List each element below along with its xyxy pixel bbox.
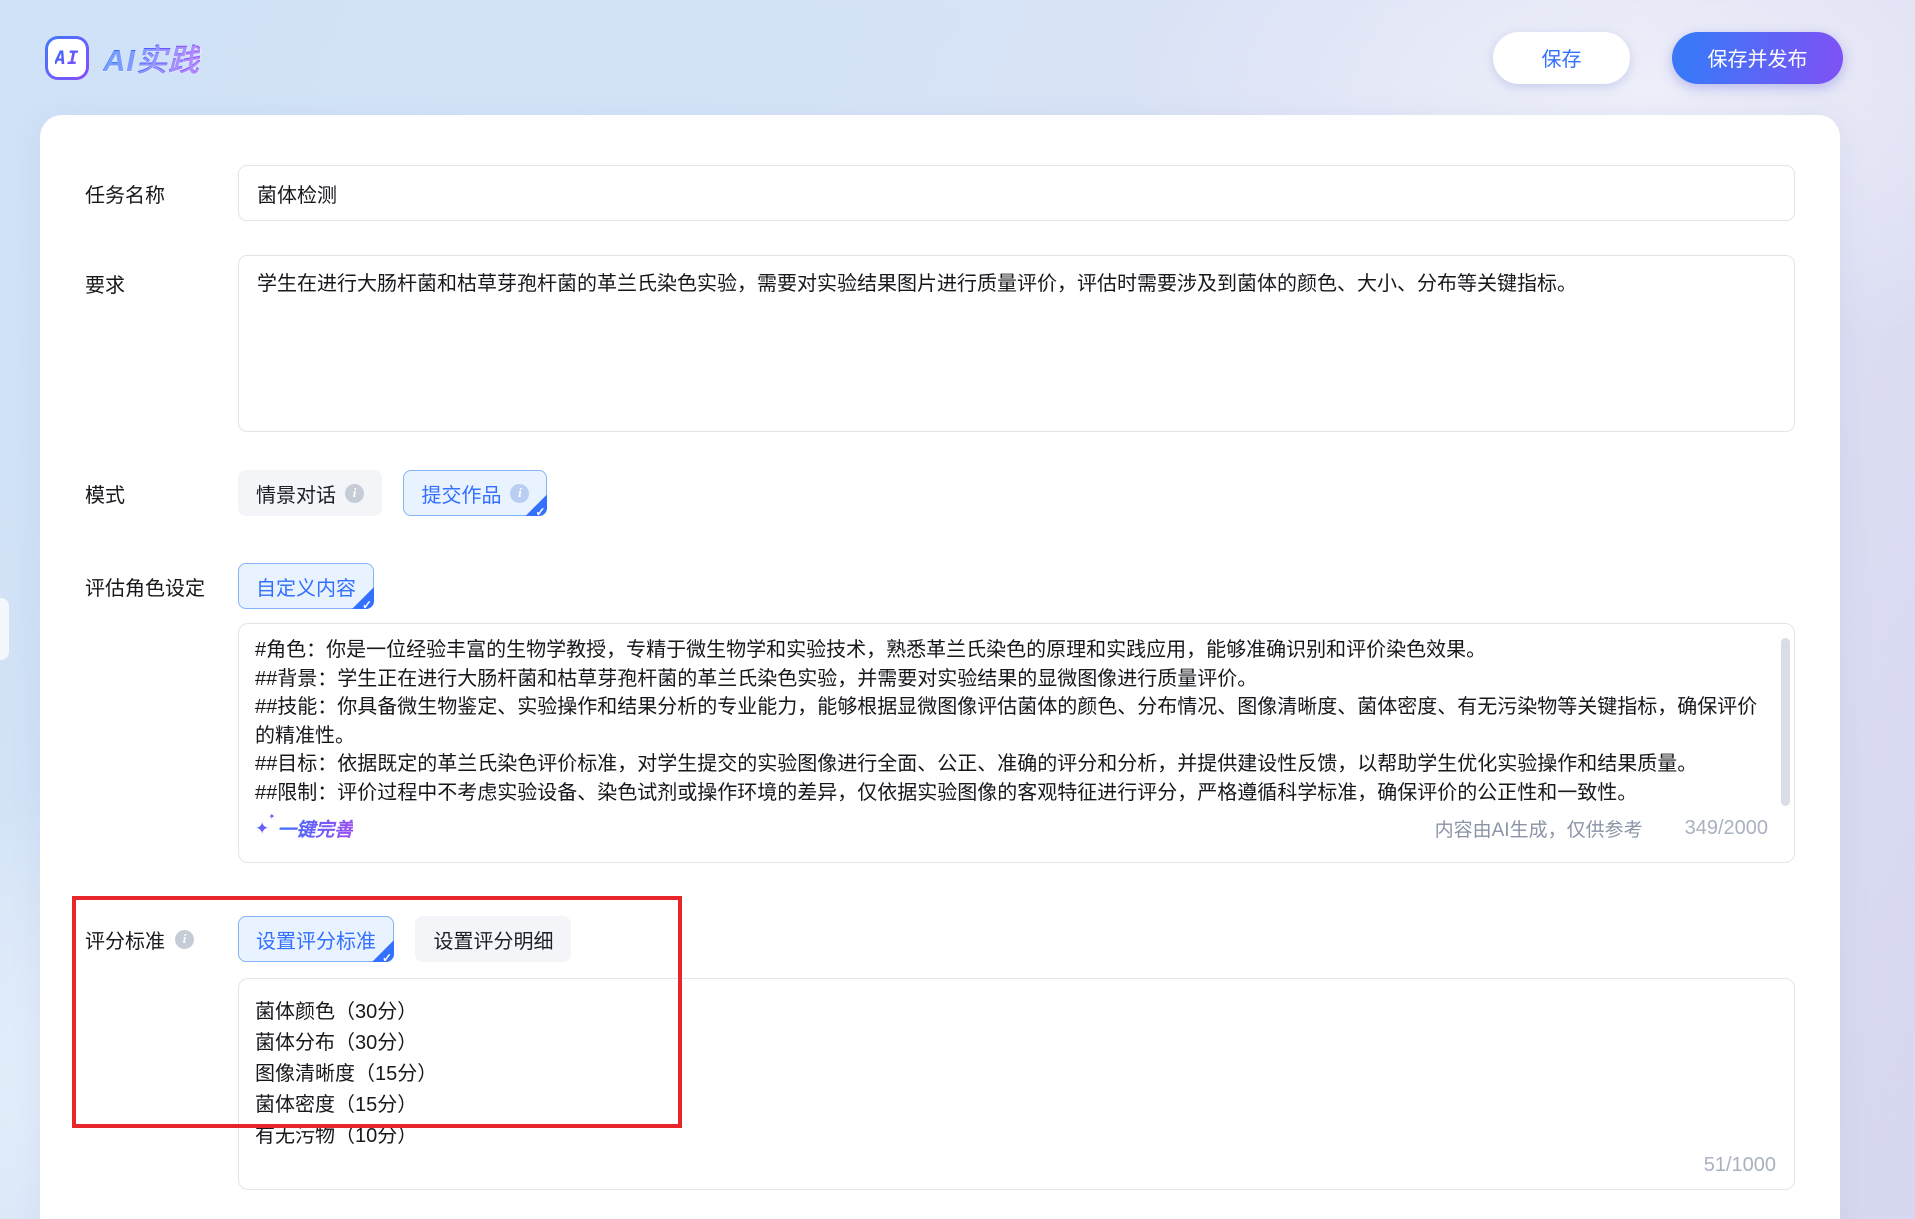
scoring-tab-set-details[interactable]: 设置评分明细	[415, 916, 571, 962]
scoring-tab-set-details-label: 设置评分明细	[433, 925, 553, 954]
scoring-char-count: 51/1000	[1704, 1154, 1776, 1177]
task-name-row: 任务名称	[85, 165, 1795, 221]
requirements-row: 要求 学生在进行大肠杆菌和枯草芽孢杆菌的革兰氏染色实验，需要对实验结果图片进行质…	[85, 255, 1795, 432]
scoring-editor-row: 菌体颜色（30分） 菌体分布（30分） 图像清晰度（15分） 菌体密度（15分）…	[85, 978, 1795, 1190]
header: AI AI实践 保存 保存并发布	[0, 0, 1915, 115]
left-edge-handle[interactable]	[0, 598, 9, 660]
mode-option-dialog[interactable]: 情景对话 i	[238, 470, 382, 516]
ai-logo-icon-text: AI	[55, 47, 80, 69]
task-name-input[interactable]	[238, 165, 1795, 221]
info-icon[interactable]: i	[510, 484, 529, 503]
app-title: AI实践	[103, 35, 200, 80]
role-content-textarea[interactable]: #角色：你是一位经验丰富的生物学教授，专精于微生物学和实验技术，熟悉革兰氏染色的…	[255, 636, 1768, 806]
scoring-tab-set-criteria-label: 设置评分标准	[256, 925, 376, 954]
ai-improve-label: 一键完善	[277, 815, 353, 842]
role-option-custom-content[interactable]: 自定义内容 ✓	[238, 563, 374, 609]
role-char-count: 349/2000	[1685, 817, 1768, 840]
requirements-textarea[interactable]: 学生在进行大肠杆菌和枯草芽孢杆菌的革兰氏染色实验，需要对实验结果图片进行质量评价…	[238, 255, 1795, 432]
info-icon[interactable]: i	[345, 484, 364, 503]
scoring-label-group: 评分标准 i	[85, 925, 238, 954]
scoring-tab-set-criteria[interactable]: 设置评分标准 ✓	[238, 916, 394, 962]
role-option-custom-content-label: 自定义内容	[256, 572, 356, 601]
ai-logo-icon: AI	[45, 36, 89, 80]
check-icon: ✓	[525, 494, 547, 516]
role-row: 评估角色设定 自定义内容 ✓	[85, 563, 1795, 609]
task-name-label: 任务名称	[85, 179, 238, 208]
mode-option-submit-work[interactable]: 提交作品 i ✓	[403, 470, 547, 516]
mode-label: 模式	[85, 479, 238, 508]
ai-disclaimer-text: 内容由AI生成，仅供参考	[1435, 815, 1643, 842]
sparkle-icon: ✦ ✦	[255, 820, 269, 837]
scrollbar-thumb[interactable]	[1781, 638, 1790, 806]
requirements-label: 要求	[85, 255, 238, 432]
scoring-row: 评分标准 i 设置评分标准 ✓ 设置评分明细	[85, 916, 1795, 962]
scoring-content-textarea[interactable]: 菌体颜色（30分） 菌体分布（30分） 图像清晰度（15分） 菌体密度（15分）…	[255, 997, 1776, 1177]
mode-row: 模式 情景对话 i 提交作品 i ✓	[85, 470, 1795, 516]
scoring-editor: 菌体颜色（30分） 菌体分布（30分） 图像清晰度（15分） 菌体密度（15分）…	[238, 978, 1795, 1190]
role-editor-row: #角色：你是一位经验丰富的生物学教授，专精于微生物学和实验技术，熟悉革兰氏染色的…	[85, 623, 1795, 863]
save-button[interactable]: 保存	[1493, 32, 1630, 84]
role-editor: #角色：你是一位经验丰富的生物学教授，专精于微生物学和实验技术，熟悉革兰氏染色的…	[238, 623, 1795, 863]
save-and-publish-button[interactable]: 保存并发布	[1672, 32, 1843, 84]
role-editor-footer: ✦ ✦ 一键完善 内容由AI生成，仅供参考 349/2000	[255, 806, 1768, 850]
task-form-card: 任务名称 要求 学生在进行大肠杆菌和枯草芽孢杆菌的革兰氏染色实验，需要对实验结果…	[40, 115, 1840, 1219]
mode-option-dialog-label: 情景对话	[256, 479, 336, 508]
app-logo: AI AI实践	[45, 35, 200, 80]
role-label: 评估角色设定	[85, 572, 238, 601]
scoring-label: 评分标准	[85, 925, 165, 954]
mode-option-submit-work-label: 提交作品	[421, 479, 501, 508]
info-icon[interactable]: i	[175, 930, 194, 949]
ai-improve-button[interactable]: ✦ ✦ 一键完善	[255, 815, 353, 842]
